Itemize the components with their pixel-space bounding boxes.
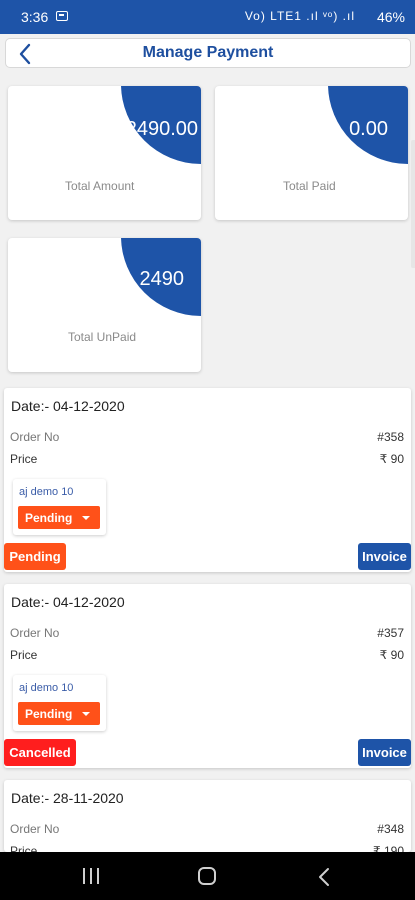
status-badge: Cancelled bbox=[4, 739, 76, 766]
order-card: Date:- 04-12-2020 Order No #357 Price ₹ … bbox=[4, 584, 411, 768]
price-label: Price bbox=[10, 844, 38, 852]
invoice-button[interactable]: Invoice bbox=[358, 739, 411, 766]
invoice-button[interactable]: Invoice bbox=[358, 543, 411, 570]
order-no-label: Order No bbox=[10, 626, 60, 640]
total-paid-value: 0.00 bbox=[349, 118, 388, 140]
status-dropdown[interactable]: Pending bbox=[18, 506, 100, 529]
network-signal-icons: Vo) LTE1 .ıl ᵛᵒ) .ıl bbox=[244, 9, 355, 23]
status-badge: Pending bbox=[4, 543, 66, 570]
total-amount-card: 2490.00 Total Amount bbox=[8, 86, 201, 220]
caret-down-icon bbox=[82, 516, 90, 520]
status-dropdown-label: Pending bbox=[25, 707, 73, 721]
total-amount-value: 2490.00 bbox=[125, 118, 198, 140]
caret-down-icon bbox=[82, 712, 90, 716]
total-unpaid-card: 2490 Total UnPaid bbox=[8, 238, 201, 372]
total-unpaid-label: Total UnPaid bbox=[68, 330, 137, 344]
order-card: Date:- 28-11-2020 Order No #348 Price ₹ … bbox=[4, 780, 411, 852]
total-paid-card: 0.00 Total Paid bbox=[215, 86, 408, 220]
home-icon[interactable] bbox=[198, 867, 216, 885]
order-no-label: Order No bbox=[10, 430, 60, 444]
order-date: Date:- 28-11-2020 bbox=[11, 790, 124, 806]
order-no-label: Order No bbox=[10, 822, 60, 836]
customer-name: aj demo 10 bbox=[19, 486, 74, 498]
page-title: Manage Payment bbox=[142, 44, 274, 61]
system-nav-bar bbox=[0, 852, 415, 900]
app-header: Manage Payment bbox=[5, 38, 411, 68]
total-amount-label: Total Amount bbox=[65, 179, 135, 193]
customer-status-box: aj demo 10 Pending bbox=[13, 675, 106, 731]
status-dropdown-label: Pending bbox=[25, 511, 73, 525]
order-no-value: #348 bbox=[377, 822, 404, 836]
side-scroll-tab[interactable] bbox=[411, 140, 415, 268]
price-value: ₹ 90 bbox=[379, 452, 404, 466]
status-time: 3:36 bbox=[21, 9, 49, 25]
customer-status-box: aj demo 10 Pending bbox=[13, 479, 106, 535]
status-dropdown[interactable]: Pending bbox=[18, 702, 100, 725]
customer-name: aj demo 10 bbox=[19, 682, 74, 694]
total-paid-label: Total Paid bbox=[283, 179, 336, 193]
back-icon[interactable] bbox=[315, 866, 335, 888]
total-unpaid-value: 2490 bbox=[139, 268, 185, 290]
price-value: ₹ 90 bbox=[379, 648, 404, 662]
message-icon bbox=[56, 11, 68, 21]
status-bar: 3:36 Vo) LTE1 .ıl ᵛᵒ) .ıl 46% bbox=[0, 0, 415, 34]
price-label: Price bbox=[10, 648, 38, 662]
order-card: Date:- 04-12-2020 Order No #358 Price ₹ … bbox=[4, 388, 411, 572]
order-date: Date:- 04-12-2020 bbox=[11, 594, 125, 610]
price-value: ₹ 190 bbox=[373, 844, 404, 852]
order-no-value: #357 bbox=[377, 626, 404, 640]
order-date: Date:- 04-12-2020 bbox=[11, 398, 125, 414]
battery-level: 46% bbox=[376, 9, 405, 25]
price-label: Price bbox=[10, 452, 38, 466]
order-no-value: #358 bbox=[377, 430, 404, 444]
recent-apps-icon[interactable] bbox=[82, 868, 100, 884]
